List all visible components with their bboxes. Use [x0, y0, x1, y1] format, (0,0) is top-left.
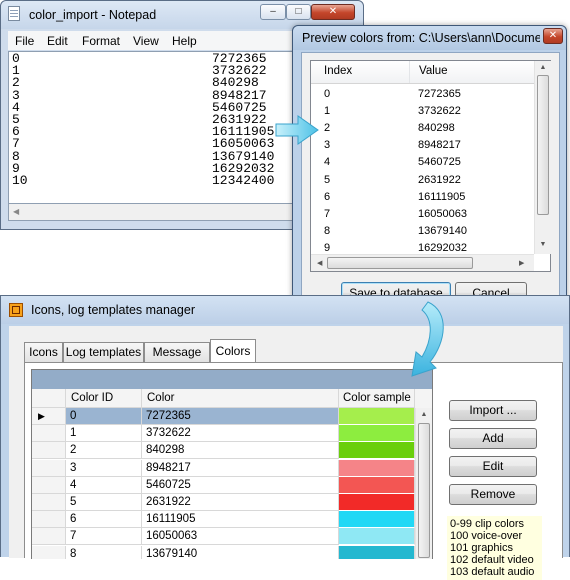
arrow-notepad-to-preview-icon: [275, 115, 319, 145]
tab-colors[interactable]: Colors: [210, 339, 256, 362]
legend-line: 103 default audio: [450, 566, 535, 578]
arrow-preview-to-manager-icon: [411, 301, 444, 377]
callout-arrows: [275, 115, 444, 377]
